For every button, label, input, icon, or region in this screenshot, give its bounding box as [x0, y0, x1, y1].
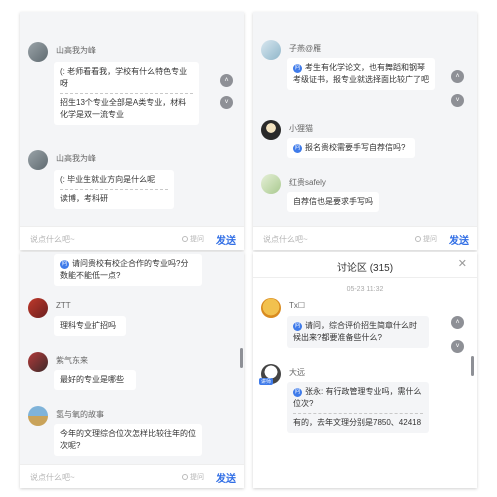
message-text: 最好的专业是哪些	[60, 375, 124, 384]
question-text: (: 毕业生就业方向是什么呢	[60, 175, 156, 184]
user-name: 小狸猫	[289, 124, 313, 133]
send-button[interactable]: 发送	[216, 232, 236, 247]
chat-panel-3: 问请问贵校有校企合作的专业吗?分数能不能低一点? ZTT 理科专业扩招吗 紫气东…	[20, 252, 244, 488]
radio-icon	[182, 236, 188, 242]
user-avatar	[261, 120, 281, 140]
scroll-up-button[interactable]: ˄	[220, 74, 233, 87]
scroll-up-button[interactable]: ˄	[451, 70, 464, 83]
user-name: ZTT	[56, 301, 71, 310]
user-name: 氢与氧的故事	[56, 410, 104, 419]
answer-text: 有的，去年文理分别是7850、42418	[293, 418, 422, 427]
user-avatar	[28, 298, 48, 318]
question-text: 请问贵校有校企合作的专业吗?分数能不能低一点?	[60, 259, 189, 280]
ask-label: 提问	[423, 236, 437, 243]
user-avatar	[28, 42, 48, 62]
send-button[interactable]: 发送	[449, 232, 469, 247]
panel-title: 讨论区 (315)	[336, 263, 394, 274]
panel-header: 讨论区 (315) ✕	[253, 252, 477, 278]
scrollbar[interactable]	[471, 356, 474, 376]
question-text: (: 老师看看我，学校有什么特色专业呀	[60, 67, 188, 88]
question-icon: 问	[60, 260, 69, 269]
discussion-panel: 讨论区 (315) ✕ 05-23 11:32 Tx☐ 问请问，综合评价招生简章…	[253, 252, 477, 488]
user-name: 山高我为峰	[56, 46, 96, 55]
user-name: 红贵safely	[289, 178, 326, 187]
chat-panel-1: 山高我为峰 (: 老师看看我，学校有什么特色专业呀 招生13个专业全部是A类专业…	[20, 12, 244, 250]
ask-toggle[interactable]: 提问	[182, 472, 204, 482]
user-name: 大远	[289, 368, 305, 377]
radio-icon	[415, 236, 421, 242]
radio-icon	[182, 474, 188, 480]
chat-panel-2: 子燕@雁 问考生有化学论文，也有舞蹈和钢琴考级证书，报专业就选择面比较广了吧 小…	[253, 12, 477, 250]
message-bubble: 问张永: 有行政管理专业吗，需什么位次? 有的，去年文理分别是7850、4241…	[287, 382, 429, 433]
scrollbar[interactable]	[240, 348, 243, 368]
divider	[60, 189, 168, 190]
question-icon: 问	[293, 322, 302, 331]
message-bubble: 最好的专业是哪些	[54, 370, 136, 390]
input-bar: 说点什么吧~ 提问 发送	[20, 464, 244, 488]
ask-label: 提问	[190, 474, 204, 481]
ask-toggle[interactable]: 提问	[415, 234, 437, 244]
user-name: 子燕@雁	[289, 44, 322, 53]
lecturer-badge: 讲师	[259, 378, 274, 385]
question-text: 请问，综合评价招生简章什么时候出来?都要准备些什么?	[293, 321, 417, 342]
question-text: 报名贵校需要手写自荐信吗?	[305, 143, 406, 152]
message-input[interactable]: 说点什么吧~	[263, 234, 308, 245]
message-bubble: 问报名贵校需要手写自荐信吗?	[287, 138, 415, 158]
divider	[60, 93, 193, 94]
answer-text: 读博，考科研	[60, 194, 108, 203]
message-input[interactable]: 说点什么吧~	[30, 472, 75, 483]
question-icon: 问	[293, 64, 302, 73]
question-icon: 问	[293, 144, 302, 153]
message-bubble: 自荐信也是要求手写吗	[287, 192, 379, 212]
user-avatar	[261, 298, 281, 318]
scroll-down-button[interactable]: ˅	[451, 94, 464, 107]
close-icon[interactable]: ✕	[458, 257, 467, 270]
question-text: 张永: 有行政管理专业吗，需什么位次?	[293, 387, 422, 408]
message-bubble: 理科专业扩招吗	[54, 316, 126, 336]
timestamp: 05-23 11:32	[346, 286, 384, 293]
scroll-up-button[interactable]: ˄	[451, 316, 464, 329]
user-avatar	[261, 174, 281, 194]
message-bubble: 问请问，综合评价招生简章什么时候出来?都要准备些什么?	[287, 316, 429, 348]
message-text: 理科专业扩招吗	[60, 321, 116, 330]
input-bar: 说点什么吧~ 提问 发送	[20, 226, 244, 250]
send-button[interactable]: 发送	[216, 470, 236, 485]
user-name: Tx☐	[289, 301, 306, 310]
user-avatar	[261, 40, 281, 60]
user-avatar	[28, 150, 48, 170]
message-input[interactable]: 说点什么吧~	[30, 234, 75, 245]
answer-text: 招生13个专业全部是A类专业，材料化学是双一流专业	[60, 98, 187, 119]
input-bar: 说点什么吧~ 提问 发送	[253, 226, 477, 250]
message-text: 自荐信也是要求手写吗	[293, 197, 373, 206]
scroll-down-button[interactable]: ˅	[220, 96, 233, 109]
user-name: 紫气东来	[56, 356, 88, 365]
message-bubble: 今年的文理综合位次怎样比较往年的位次呢?	[54, 424, 202, 456]
ask-label: 提问	[190, 236, 204, 243]
message-text: 今年的文理综合位次怎样比较往年的位次呢?	[60, 429, 196, 450]
user-name: 山高我为峰	[56, 154, 96, 163]
message-bubble: (: 毕业生就业方向是什么呢 读博，考科研	[54, 170, 174, 209]
user-avatar	[28, 406, 48, 426]
user-avatar	[28, 352, 48, 372]
divider	[293, 413, 423, 414]
message-bubble: 问考生有化学论文，也有舞蹈和钢琴考级证书，报专业就选择面比较广了吧	[287, 58, 435, 90]
message-bubble: 问请问贵校有校企合作的专业吗?分数能不能低一点?	[54, 254, 202, 286]
message-bubble: (: 老师看看我，学校有什么特色专业呀 招生13个专业全部是A类专业，材料化学是…	[54, 62, 199, 125]
question-icon: 问	[293, 388, 302, 397]
scroll-down-button[interactable]: ˅	[451, 340, 464, 353]
ask-toggle[interactable]: 提问	[182, 234, 204, 244]
question-text: 考生有化学论文，也有舞蹈和钢琴考级证书，报专业就选择面比较广了吧	[293, 63, 429, 84]
